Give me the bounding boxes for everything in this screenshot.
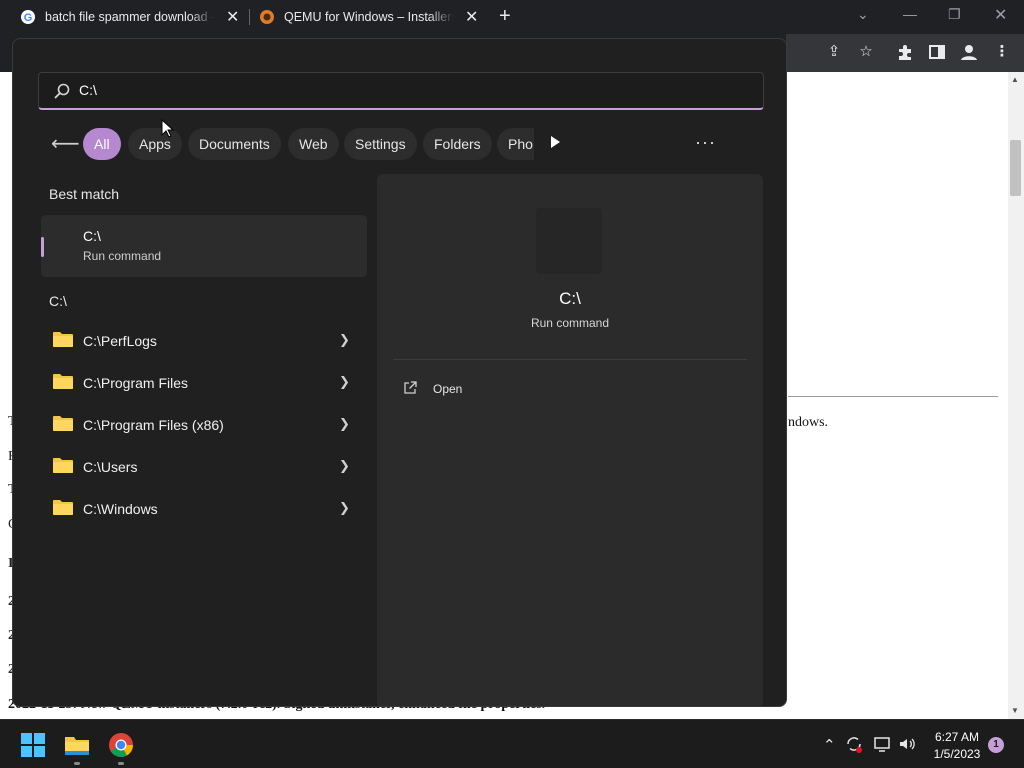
scroll-down-icon[interactable]: ▼ bbox=[1011, 706, 1019, 715]
folder-icon bbox=[53, 416, 73, 431]
filter-chip-all[interactable]: All bbox=[83, 128, 121, 160]
close-icon[interactable]: ✕ bbox=[465, 7, 478, 27]
share-icon[interactable]: ⇪ bbox=[825, 43, 843, 61]
tab-search-icon[interactable]: ⌄ bbox=[857, 6, 869, 23]
chrome-icon[interactable] bbox=[108, 732, 134, 758]
scroll-right-icon[interactable] bbox=[551, 136, 560, 148]
folder-label: C:\Program Files bbox=[83, 375, 189, 391]
chevron-right-icon[interactable]: ❯ bbox=[339, 332, 350, 348]
open-external-icon bbox=[404, 381, 417, 394]
folder-icon bbox=[53, 374, 73, 389]
tab-divider bbox=[249, 9, 250, 25]
google-icon: G bbox=[21, 10, 35, 24]
folder-result[interactable]: C:\Program Files (x86) ❯ bbox=[41, 405, 367, 445]
folder-result[interactable]: C:\Windows ❯ bbox=[41, 489, 367, 529]
svg-text:G: G bbox=[24, 12, 33, 24]
mouse-cursor-icon bbox=[161, 119, 175, 138]
chevron-right-icon[interactable]: ❯ bbox=[339, 374, 350, 390]
page-text-fragment: ndows. bbox=[788, 415, 829, 430]
folder-result[interactable]: C:\PerfLogs ❯ bbox=[41, 321, 367, 361]
tab-title: QEMU for Windows – Installers (6 bbox=[284, 10, 454, 24]
network-icon[interactable] bbox=[873, 735, 891, 753]
chevron-up-icon[interactable]: ⌃ bbox=[823, 736, 836, 754]
search-icon bbox=[54, 83, 70, 99]
folder-result[interactable]: C:\Users ❯ bbox=[41, 447, 367, 487]
page-scrollbar-thumb[interactable] bbox=[1010, 140, 1021, 196]
window-close-icon[interactable]: ✕ bbox=[994, 5, 1007, 25]
best-match-heading: Best match bbox=[49, 186, 120, 202]
best-match-subtitle: Run command bbox=[83, 249, 162, 263]
clock-time[interactable]: 6:27 AM bbox=[925, 730, 989, 744]
close-icon[interactable]: ✕ bbox=[226, 7, 239, 27]
best-match-result[interactable]: C:\ Run command bbox=[41, 215, 367, 277]
windows-search-panel: ⟵ All Apps Documents Web Settings Folder… bbox=[12, 38, 787, 707]
page-divider bbox=[788, 396, 998, 397]
back-arrow-icon[interactable]: ⟵ bbox=[51, 134, 80, 154]
folder-result[interactable]: C:\Program Files ❯ bbox=[41, 363, 367, 403]
minimize-icon[interactable]: — bbox=[903, 6, 917, 22]
best-match-title: C:\ bbox=[83, 228, 101, 244]
notification-badge[interactable]: 1 bbox=[988, 737, 1004, 753]
sync-icon[interactable] bbox=[845, 735, 863, 753]
folder-label: C:\Program Files (x86) bbox=[83, 417, 224, 433]
file-explorer-icon[interactable] bbox=[64, 732, 90, 758]
preview-title: C:\ bbox=[559, 289, 581, 308]
qemu-icon bbox=[260, 10, 274, 24]
menu-icon[interactable]: ⋮ bbox=[993, 43, 1011, 61]
run-command-icon bbox=[536, 208, 602, 274]
search-box[interactable] bbox=[38, 72, 764, 110]
browser-tab-google[interactable]: G batch file spammer download - G ✕ bbox=[20, 0, 239, 34]
folder-label: C:\PerfLogs bbox=[83, 333, 157, 349]
scroll-up-icon[interactable]: ▲ bbox=[1011, 75, 1019, 84]
star-icon[interactable]: ☆ bbox=[857, 43, 875, 61]
tab-title: batch file spammer download - G bbox=[45, 10, 215, 24]
restore-icon[interactable]: ❐ bbox=[948, 6, 961, 23]
filter-chip-photos[interactable]: Pho bbox=[497, 128, 534, 160]
folder-label: C:\Users bbox=[83, 459, 138, 475]
windows-start-icon[interactable] bbox=[20, 732, 46, 758]
filter-chip-documents[interactable]: Documents bbox=[188, 128, 281, 160]
browser-tab-qemu[interactable]: QEMU for Windows – Installers (6 ✕ bbox=[259, 0, 478, 34]
folders-heading: C:\ bbox=[49, 293, 67, 309]
open-action[interactable]: Open bbox=[393, 374, 747, 406]
search-filter-bar: ⟵ All Apps Documents Web Settings Folder… bbox=[13, 128, 786, 160]
filter-chip-web[interactable]: Web bbox=[288, 128, 339, 160]
filter-chip-folders[interactable]: Folders bbox=[423, 128, 492, 160]
folder-icon bbox=[53, 458, 73, 473]
folder-icon bbox=[53, 500, 73, 515]
chevron-right-icon[interactable]: ❯ bbox=[339, 416, 350, 432]
open-label: Open bbox=[433, 382, 463, 396]
new-tab-button[interactable]: + bbox=[499, 5, 511, 28]
result-preview-pane: C:\ Run command Open bbox=[377, 174, 763, 706]
chevron-right-icon[interactable]: ❯ bbox=[339, 500, 350, 516]
preview-subtitle: Run command bbox=[530, 316, 610, 330]
more-options-icon[interactable]: ··· bbox=[695, 132, 716, 153]
folder-label: C:\Windows bbox=[83, 501, 158, 517]
preview-divider bbox=[393, 359, 747, 360]
side-panel-icon[interactable] bbox=[928, 43, 946, 61]
folder-icon bbox=[53, 332, 73, 347]
profile-icon[interactable] bbox=[960, 43, 978, 61]
filter-chip-settings[interactable]: Settings bbox=[344, 128, 417, 160]
browser-tab-strip: G batch file spammer download - G ✕ QEMU… bbox=[0, 0, 1024, 34]
chevron-right-icon[interactable]: ❯ bbox=[339, 458, 350, 474]
selection-indicator bbox=[41, 237, 44, 257]
running-indicator bbox=[118, 762, 124, 765]
clock-date[interactable]: 1/5/2023 bbox=[925, 747, 989, 761]
windows-taskbar: ⌃ 6:27 AM 1/5/2023 1 bbox=[0, 719, 1024, 768]
volume-icon[interactable] bbox=[898, 735, 916, 753]
search-input[interactable] bbox=[79, 73, 739, 107]
running-indicator bbox=[74, 762, 80, 765]
browser-toolbar: ⇪ ☆ ⋮ bbox=[786, 34, 1024, 72]
extensions-icon[interactable] bbox=[896, 43, 914, 61]
